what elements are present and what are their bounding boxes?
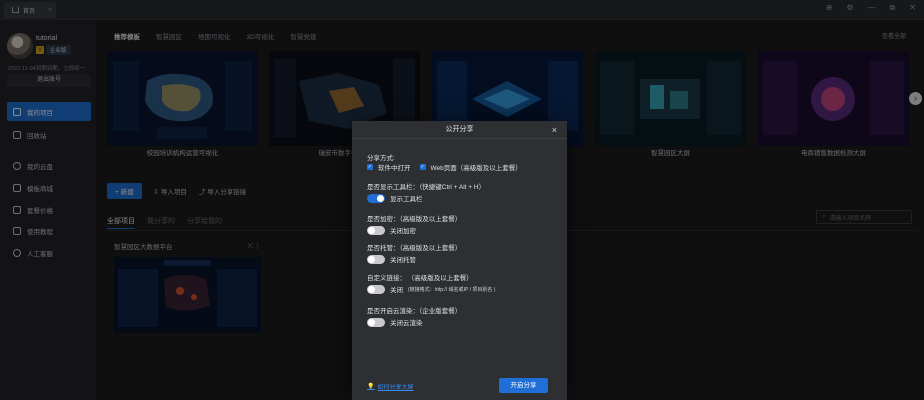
- custom-link-row: 关闭 (链接格式：http:// 域名或IP / 项目别名 ): [367, 284, 495, 294]
- cloud-render-label: 是否开启云渲染：（企业版套餐）: [367, 308, 462, 315]
- share-mode-label: 分享方式:: [367, 155, 395, 162]
- custom-link-hint: (链接格式：http:// 域名或IP / 项目别名 ): [408, 286, 496, 293]
- dialog-header: 公开分享 ×: [352, 121, 567, 139]
- hosting-toggle[interactable]: [367, 254, 385, 264]
- option-software-label: 软件中打开: [378, 165, 411, 172]
- encrypt-row: 关闭加密: [367, 225, 416, 235]
- toolbar-toggle[interactable]: [367, 193, 385, 203]
- share-mode-options: ✓ 软件中打开 ✓ Web页面（高级版及以上套餐）: [367, 162, 522, 172]
- custom-link-toggle[interactable]: [367, 284, 385, 294]
- hosting-label: 是否托管：（高级版及以上套餐）: [367, 245, 462, 252]
- encrypt-toggle[interactable]: [367, 225, 385, 235]
- hosting-row: 关闭托管: [367, 254, 416, 264]
- toolbar-label: 是否显示工具栏：（快捷键Ctrl + Alt + H）: [367, 184, 486, 191]
- checkbox-software[interactable]: ✓: [367, 164, 373, 170]
- encrypt-status: 关闭加密: [390, 228, 416, 235]
- encrypt-label: 是否加密：（高级版及以上套餐）: [367, 216, 462, 223]
- custom-link-status: 关闭: [390, 287, 403, 294]
- checkbox-web[interactable]: ✓: [419, 164, 426, 170]
- toolbar-row: 显示工具栏: [367, 193, 423, 203]
- close-icon[interactable]: ×: [552, 121, 557, 139]
- cloud-render-toggle[interactable]: [367, 317, 385, 327]
- help-link[interactable]: 💡 如何分享大屏: [367, 382, 414, 391]
- share-dialog: 公开分享 × 分享方式: ✓ 软件中打开 ✓ Web页面（高级版及以上套餐） 是…: [352, 121, 567, 400]
- start-share-button[interactable]: 开启分享: [499, 378, 548, 393]
- custom-link-label: 自定义链接： （高级版及以上套餐）: [367, 275, 473, 282]
- cloud-render-status: 关闭云渲染: [390, 320, 423, 327]
- toolbar-status: 显示工具栏: [390, 196, 423, 203]
- hosting-status: 关闭托管: [390, 257, 416, 264]
- lightbulb-icon: 💡: [367, 384, 375, 390]
- cloud-render-row: 关闭云渲染: [367, 317, 423, 327]
- option-web-label: Web页面（高级版及以上套餐）: [430, 165, 522, 172]
- help-link-label: 如何分享大屏: [377, 385, 414, 391]
- dialog-title: 公开分享: [445, 126, 474, 133]
